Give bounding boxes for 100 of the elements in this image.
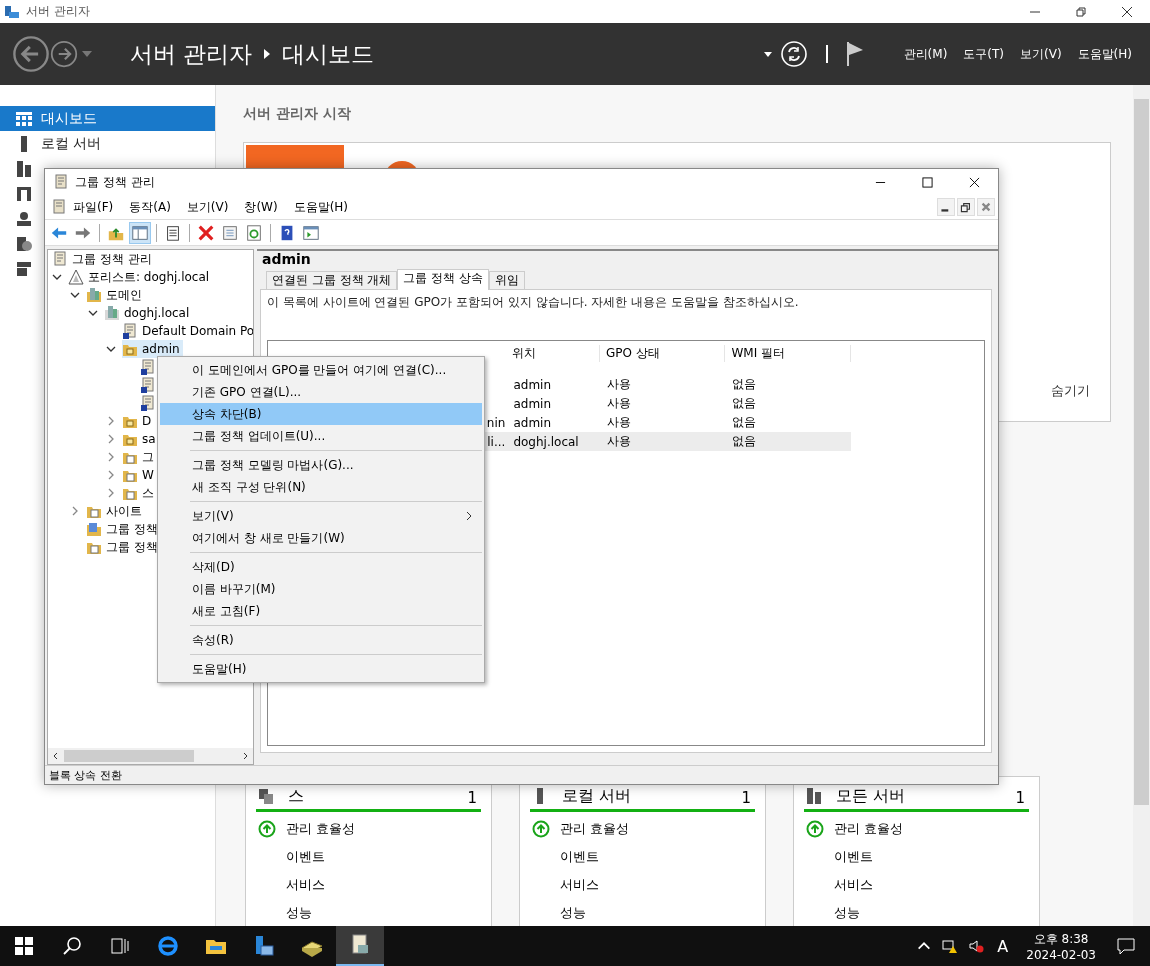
scrollbar[interactable] <box>1133 85 1150 926</box>
card-row-label[interactable]: 이벤트 <box>834 848 873 866</box>
menu-item[interactable]: 상속 차단(B) <box>160 403 482 425</box>
expand-icon[interactable] <box>52 272 62 282</box>
tab[interactable]: 위임 <box>489 271 526 289</box>
menu-item[interactable]: 새로 고침(F) <box>160 600 482 622</box>
notifications-icon[interactable] <box>1116 936 1136 956</box>
tree-item[interactable]: W <box>122 466 157 484</box>
document-app-button[interactable] <box>336 926 384 966</box>
card-row-label[interactable]: 관리 효율성 <box>286 820 356 838</box>
tree-item[interactable]: 포리스트: doghj.local <box>68 268 213 286</box>
scroll-left-icon[interactable] <box>52 752 60 760</box>
expand-icon[interactable] <box>70 290 80 300</box>
tree-item[interactable]: sa <box>122 430 159 448</box>
status-text: 블록 상속 전환 <box>49 767 122 783</box>
menu-item[interactable]: 그룹 정책 모델링 마법사(G)... <box>160 454 482 476</box>
menu-item[interactable]: 삭제(D) <box>160 556 482 578</box>
expand-icon[interactable] <box>106 344 116 354</box>
buildings-icon <box>86 287 102 303</box>
tree-item[interactable]: admin <box>122 340 183 358</box>
scroll-right-icon[interactable] <box>241 752 249 760</box>
card-row-label[interactable]: 이벤트 <box>560 848 599 866</box>
column-header[interactable]: GPO 상태 <box>599 344 726 362</box>
collapse-icon[interactable] <box>106 416 116 426</box>
card-row-label[interactable]: 성능 <box>560 904 586 922</box>
close-icon[interactable] <box>969 176 980 188</box>
maximize-icon[interactable] <box>922 176 933 188</box>
tab[interactable]: 연결된 그룹 정책 개체 <box>266 271 398 289</box>
card-row-label[interactable]: 관리 효율성 <box>834 820 904 838</box>
menu-item[interactable]: 동작(A) <box>129 198 171 216</box>
menu-item[interactable]: 관리(M) <box>903 45 948 63</box>
menu-item[interactable]: 보기(V) <box>160 505 482 527</box>
collapse-icon[interactable] <box>70 506 80 516</box>
card-title[interactable]: 모든 서버 <box>836 786 1016 807</box>
restore-icon[interactable] <box>957 198 975 216</box>
pane-icon[interactable] <box>130 222 150 243</box>
flag-icon[interactable] <box>845 42 864 66</box>
column-header[interactable]: 위치 <box>506 344 600 362</box>
hide-link[interactable]: 숨기기 <box>1051 382 1090 400</box>
tree-item[interactable]: 그룹 정책 <box>86 520 161 538</box>
expand-icon[interactable] <box>88 308 98 318</box>
tree-item[interactable]: Default Domain Po <box>122 322 253 340</box>
breadcrumb-item[interactable]: 서버 관리자 <box>130 38 253 70</box>
menu-item[interactable]: 보기(V) <box>186 198 229 216</box>
menu-item[interactable]: 속성(R) <box>160 629 482 651</box>
menu-item[interactable]: 새 조직 구성 단위(N) <box>160 476 482 498</box>
card-row-label[interactable]: 이벤트 <box>286 848 325 866</box>
card-row-label[interactable]: 관리 효율성 <box>560 820 630 838</box>
scrollbar[interactable] <box>48 748 253 764</box>
refresh-icon[interactable] <box>779 40 808 68</box>
card-row-label[interactable]: 성능 <box>286 904 312 922</box>
forward-icon[interactable] <box>50 40 78 68</box>
table-cell-text: doghj.local <box>512 434 580 449</box>
tab[interactable]: 그룹 정책 상속 <box>397 269 490 290</box>
menu-item[interactable]: 창(W) <box>244 198 278 216</box>
sidebar-item[interactable]: 대시보드 <box>0 106 215 131</box>
menu-item[interactable]: 이 도메인에서 GPO를 만들어 여기에 연결(C)... <box>160 359 482 381</box>
menu-item[interactable]: 도움말(H) <box>160 658 482 680</box>
menu-item[interactable]: 파일(F) <box>73 198 114 216</box>
section-title: 서버 관리자 시작 <box>243 105 352 123</box>
collapse-icon[interactable] <box>106 452 116 462</box>
close-icon[interactable] <box>1121 5 1133 18</box>
card-row-label[interactable]: 서비스 <box>834 876 873 894</box>
collapse-icon[interactable] <box>106 488 116 498</box>
sidebar-item[interactable]: 로컬 서버 <box>0 131 215 156</box>
collapse-icon[interactable] <box>106 434 116 444</box>
card-row-label[interactable]: 서비스 <box>286 876 325 894</box>
network-warning-icon[interactable] <box>942 938 959 954</box>
tree-item[interactable]: 그룹 정책 <box>86 538 161 556</box>
table-cell-text: 사용 <box>605 414 632 431</box>
clock-date[interactable]: 2024-02-03 <box>1026 947 1096 962</box>
card-row-label[interactable]: 성능 <box>834 904 860 922</box>
card-row-label[interactable]: 서비스 <box>560 876 599 894</box>
triangle-icon <box>68 269 84 285</box>
servers-icon[interactable] <box>16 160 32 177</box>
caret-icon[interactable] <box>763 51 772 57</box>
menu-item[interactable]: 도움말(H) <box>293 198 349 216</box>
card-title[interactable]: 스 <box>288 786 468 807</box>
menu-item[interactable]: 여기에서 창 새로 만들기(W) <box>160 527 482 549</box>
tree-item[interactable]: doghj.local <box>104 304 193 322</box>
tree-item[interactable]: 그룹 정책 관리 <box>52 250 155 268</box>
restore-icon[interactable] <box>1075 5 1087 18</box>
menu-item[interactable]: 보기(V) <box>1020 45 1062 63</box>
input-indicator[interactable]: A <box>997 936 1009 956</box>
tree-item[interactable]: 사이트 <box>86 502 145 520</box>
collapse-icon[interactable] <box>106 470 116 480</box>
menu-item[interactable]: 도구(T) <box>963 45 1005 63</box>
card-title[interactable]: 로컬 서버 <box>562 786 742 807</box>
column-header[interactable]: WMI 필터 <box>725 344 851 362</box>
menu-item[interactable]: 이름 바꾸기(M) <box>160 578 482 600</box>
tree-item[interactable]: 도메인 <box>86 286 145 304</box>
tree-item[interactable]: 그 <box>122 448 157 466</box>
tree-item[interactable]: 스 <box>122 484 157 502</box>
speaker-muted-icon[interactable] <box>968 938 985 954</box>
tree-item[interactable]: D <box>122 412 155 430</box>
breadcrumb-item[interactable]: 대시보드 <box>282 38 375 70</box>
clock-time[interactable]: 오후 8:38 <box>1033 930 1089 948</box>
menu-item[interactable]: 기존 GPO 연결(L)... <box>160 381 482 403</box>
menu-item[interactable]: 도움말(H) <box>1077 45 1132 63</box>
back-icon[interactable] <box>12 35 50 73</box>
